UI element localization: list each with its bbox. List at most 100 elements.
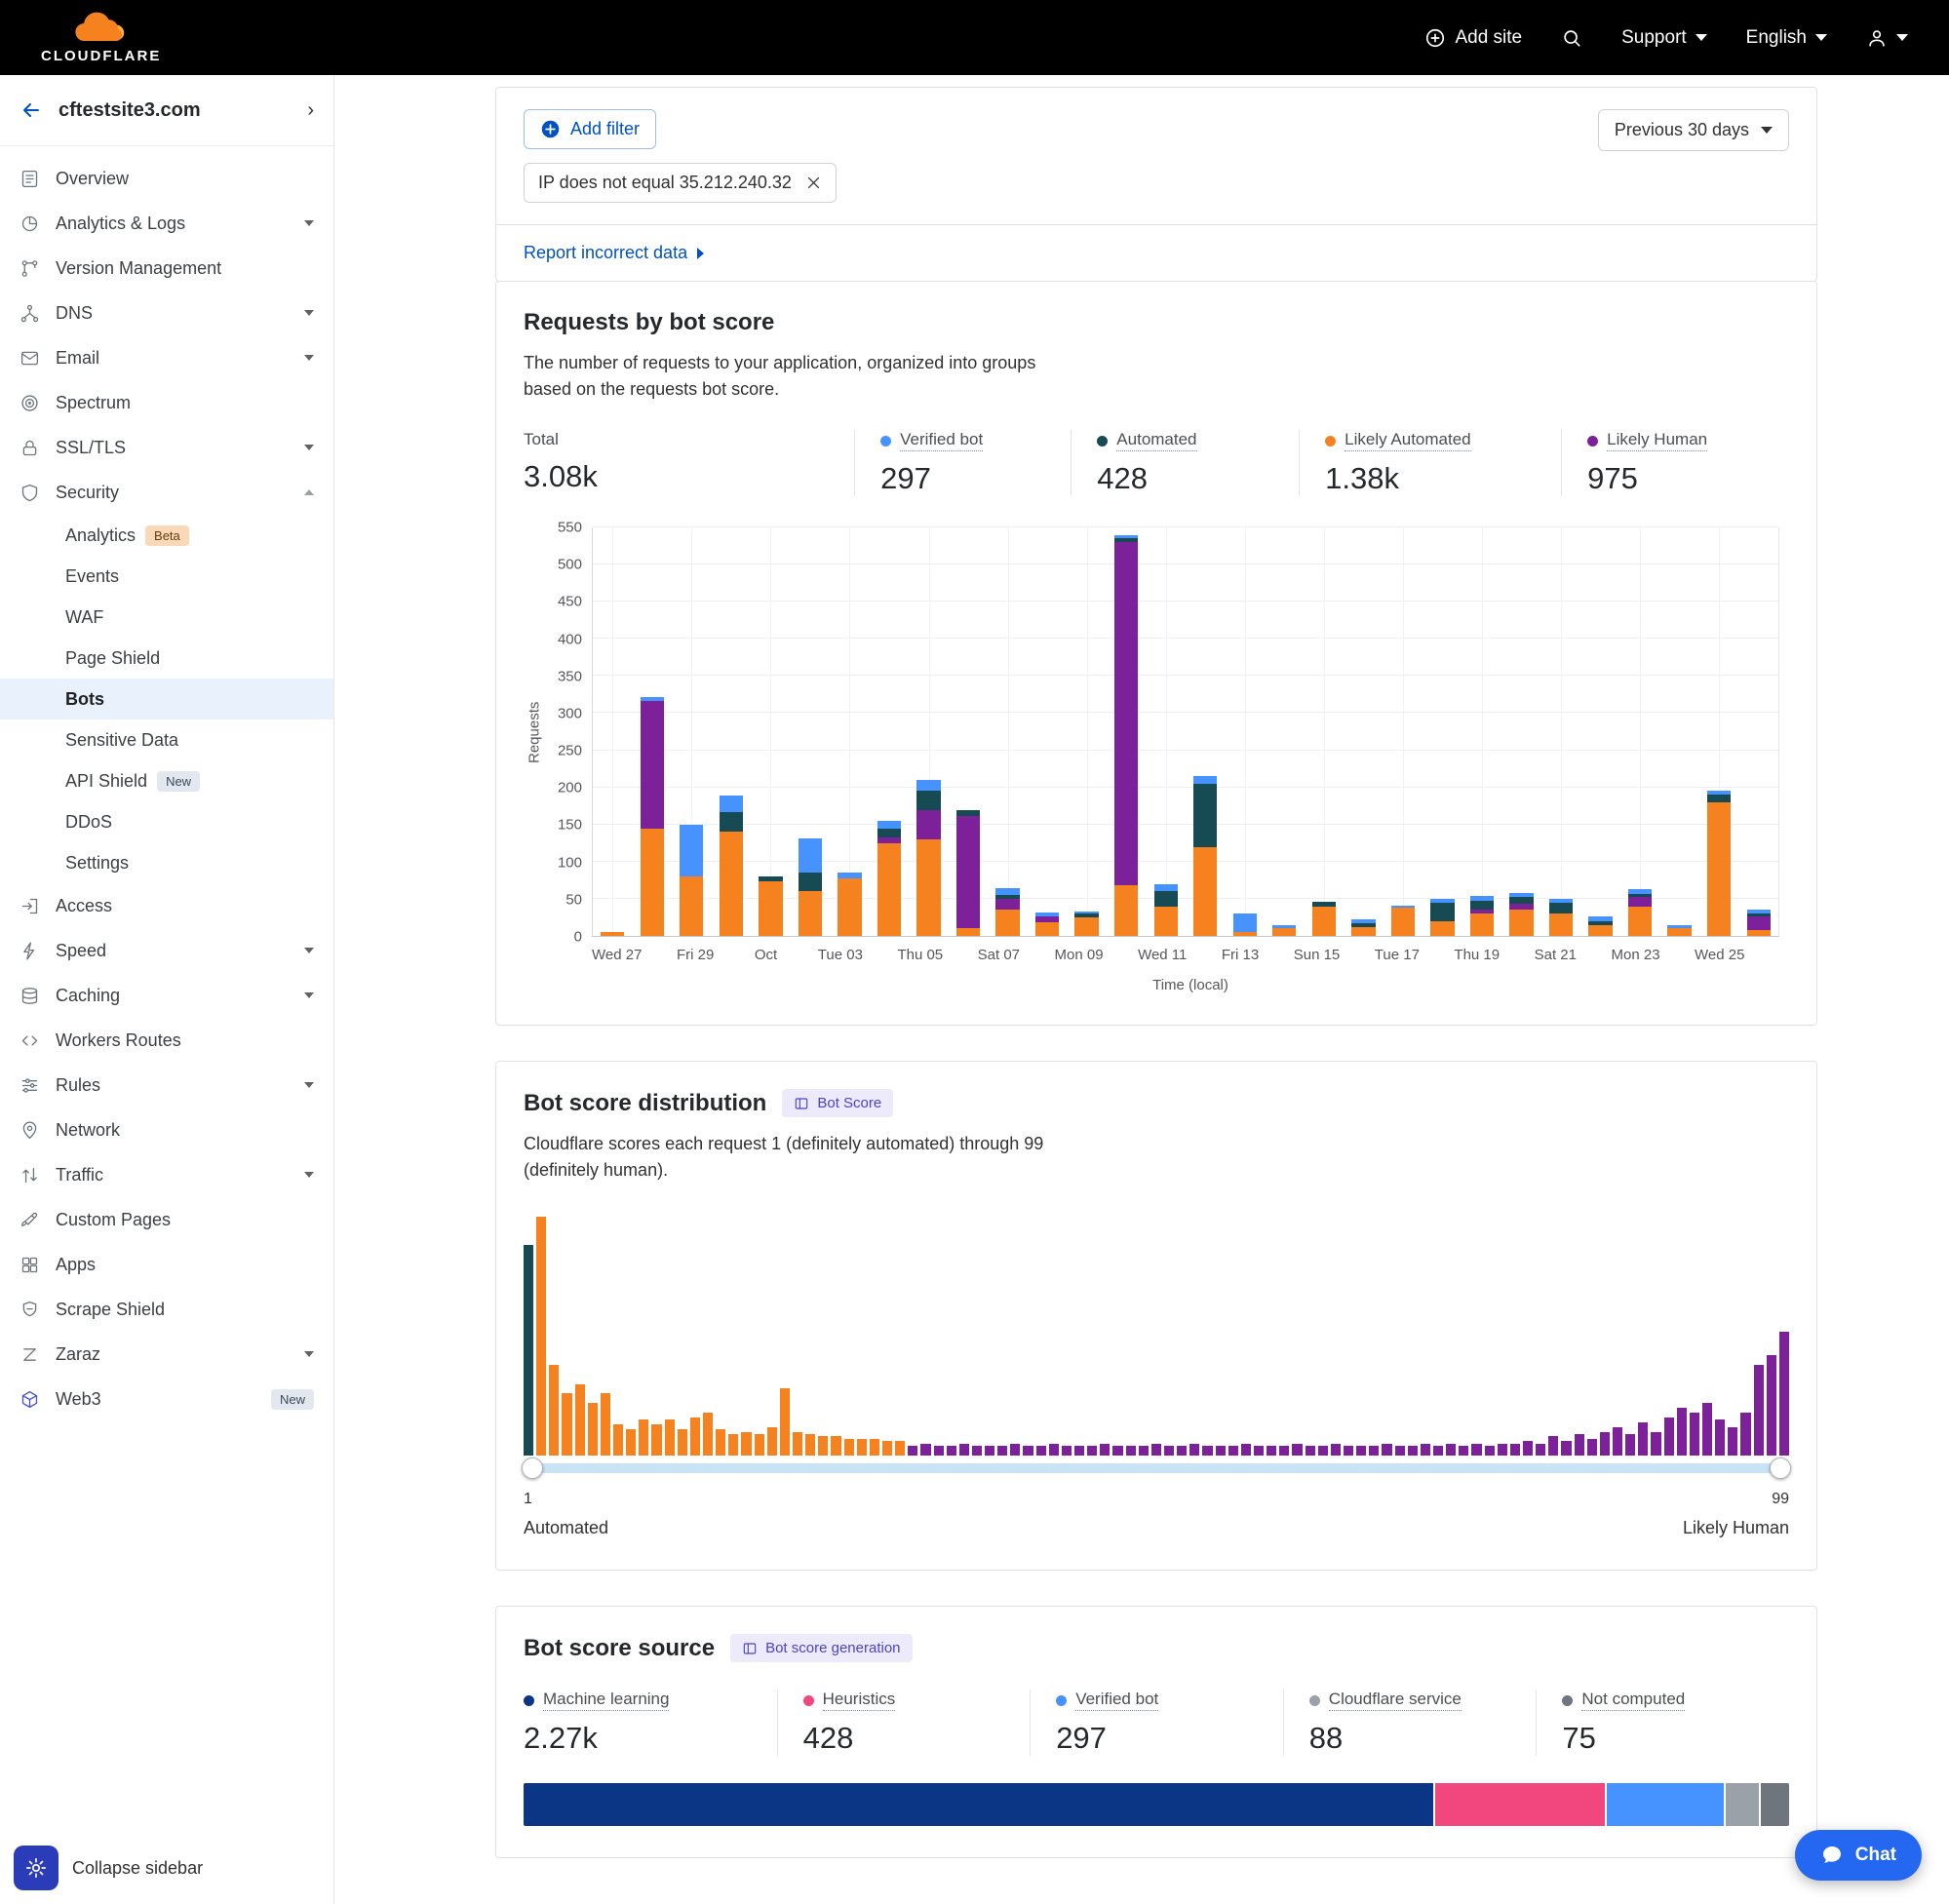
histogram-bar[interactable]: [524, 1245, 533, 1456]
histogram-bar[interactable]: [1625, 1434, 1635, 1456]
histogram-bar[interactable]: [626, 1429, 636, 1456]
histogram-bar[interactable]: [613, 1424, 623, 1456]
histogram-bar[interactable]: [1151, 1444, 1161, 1456]
chat-button[interactable]: Chat: [1795, 1830, 1922, 1881]
histogram-bar[interactable]: [1177, 1446, 1187, 1456]
sidebar-item-email[interactable]: Email: [0, 335, 333, 380]
histogram-bar[interactable]: [1510, 1444, 1520, 1456]
histogram-bar[interactable]: [1241, 1444, 1251, 1456]
sidebar-item-api-shield[interactable]: API ShieldNew: [0, 760, 333, 801]
chart-bar[interactable]: [680, 527, 703, 936]
histogram-bar[interactable]: [1459, 1446, 1468, 1456]
histogram-bar[interactable]: [1216, 1446, 1226, 1456]
filter-chip[interactable]: IP does not equal 35.212.240.32: [524, 163, 837, 203]
histogram-bar[interactable]: [895, 1441, 905, 1456]
chart-bar[interactable]: [1351, 527, 1375, 936]
histogram-bar[interactable]: [920, 1444, 930, 1456]
chart-bar[interactable]: [1035, 527, 1059, 936]
chart-bar[interactable]: [995, 527, 1019, 936]
histogram-bar[interactable]: [728, 1434, 738, 1456]
histogram-bar[interactable]: [1485, 1446, 1495, 1456]
sidebar-item-custom-pages[interactable]: Custom Pages: [0, 1197, 333, 1242]
histogram-bar[interactable]: [1306, 1446, 1315, 1456]
source-bar-segment-verified-bot[interactable]: [1605, 1783, 1724, 1826]
sidebar-item-bots[interactable]: Bots: [0, 679, 333, 719]
histogram-bar[interactable]: [959, 1444, 969, 1456]
histogram-bar[interactable]: [678, 1429, 687, 1456]
chart-bar[interactable]: [799, 527, 822, 936]
histogram-bar[interactable]: [1164, 1446, 1174, 1456]
chart-bar[interactable]: [1154, 527, 1178, 936]
stat-label[interactable]: Verified bot: [1075, 1690, 1158, 1711]
histogram-bar[interactable]: [575, 1384, 585, 1457]
chart-bar[interactable]: [720, 527, 743, 936]
source-bar-segment-not-computed[interactable]: [1759, 1783, 1789, 1826]
histogram-bar[interactable]: [1613, 1427, 1622, 1456]
histogram-bar[interactable]: [1100, 1444, 1110, 1456]
chart-bar[interactable]: [877, 527, 901, 936]
histogram-bar[interactable]: [818, 1436, 828, 1456]
language-menu[interactable]: English: [1746, 27, 1827, 49]
back-button[interactable]: [19, 98, 43, 122]
sidebar-item-events[interactable]: Events: [0, 556, 333, 597]
histogram-bar[interactable]: [1228, 1446, 1238, 1456]
stat-label[interactable]: Heuristics: [823, 1690, 896, 1711]
histogram-bar[interactable]: [947, 1446, 956, 1456]
histogram-bar[interactable]: [1740, 1413, 1750, 1456]
source-bar-segment-cloudflare-service[interactable]: [1724, 1783, 1759, 1826]
chart-bar[interactable]: [1272, 527, 1296, 936]
histogram-bar[interactable]: [1062, 1446, 1072, 1456]
histogram-bar[interactable]: [805, 1434, 815, 1456]
histogram-bar[interactable]: [831, 1436, 840, 1456]
histogram-bar[interactable]: [588, 1403, 598, 1456]
chart-bar[interactable]: [838, 527, 861, 936]
support-menu[interactable]: Support: [1621, 27, 1707, 49]
histogram-bar[interactable]: [1202, 1446, 1212, 1456]
add-filter-button[interactable]: Add filter: [524, 109, 656, 149]
histogram-bar[interactable]: [1023, 1446, 1033, 1456]
histogram-bar[interactable]: [1074, 1446, 1084, 1456]
sidebar-item-version-management[interactable]: Version Management: [0, 246, 333, 291]
histogram-bar[interactable]: [1356, 1446, 1366, 1456]
sidebar-item-spectrum[interactable]: Spectrum: [0, 380, 333, 425]
histogram-bar[interactable]: [690, 1418, 700, 1456]
chevron-right-icon[interactable]: ›: [307, 100, 314, 120]
remove-filter-button[interactable]: [805, 175, 822, 191]
settings-gear-button[interactable]: [14, 1846, 58, 1890]
stat-label[interactable]: Machine learning: [543, 1690, 669, 1711]
report-incorrect-data-link[interactable]: Report incorrect data: [524, 243, 704, 263]
search-button[interactable]: [1561, 27, 1582, 49]
histogram-bar[interactable]: [1664, 1418, 1674, 1456]
sidebar-item-analytics-logs[interactable]: Analytics & Logs: [0, 201, 333, 246]
histogram-bar[interactable]: [601, 1393, 610, 1456]
stat-label[interactable]: Verified bot: [900, 430, 983, 451]
stat-label[interactable]: Likely Automated: [1345, 430, 1470, 451]
histogram-bar[interactable]: [793, 1432, 802, 1457]
chart-bar[interactable]: [1470, 527, 1494, 936]
histogram-bar[interactable]: [1446, 1444, 1456, 1456]
histogram-bar[interactable]: [908, 1446, 917, 1456]
sidebar-item-caching[interactable]: Caching: [0, 973, 333, 1018]
stat-label[interactable]: Likely Human: [1607, 430, 1707, 451]
date-range-dropdown[interactable]: Previous 30 days: [1598, 109, 1789, 151]
histogram-bar[interactable]: [1087, 1446, 1097, 1456]
chart-bar[interactable]: [759, 527, 782, 936]
histogram-bar[interactable]: [1651, 1432, 1660, 1457]
histogram-bar[interactable]: [1344, 1446, 1353, 1456]
chart-bar[interactable]: [641, 527, 664, 936]
histogram-bar[interactable]: [1728, 1427, 1737, 1456]
histogram-bar[interactable]: [1112, 1446, 1122, 1456]
histogram-bar[interactable]: [1126, 1446, 1136, 1456]
stat-label[interactable]: Not computed: [1581, 1690, 1685, 1711]
histogram-bar[interactable]: [1189, 1444, 1199, 1456]
sidebar-item-analytics[interactable]: AnalyticsBeta: [0, 515, 333, 556]
histogram-bar[interactable]: [639, 1419, 648, 1456]
histogram-bar[interactable]: [716, 1429, 725, 1456]
add-site-button[interactable]: Add site: [1424, 27, 1522, 49]
histogram-bar[interactable]: [1498, 1444, 1507, 1456]
histogram-bar[interactable]: [1036, 1446, 1046, 1456]
chart-bar[interactable]: [1509, 527, 1533, 936]
sidebar-item-scrape-shield[interactable]: Scrape Shield: [0, 1287, 333, 1332]
histogram-bar[interactable]: [1010, 1444, 1020, 1456]
sidebar-item-page-shield[interactable]: Page Shield: [0, 638, 333, 679]
